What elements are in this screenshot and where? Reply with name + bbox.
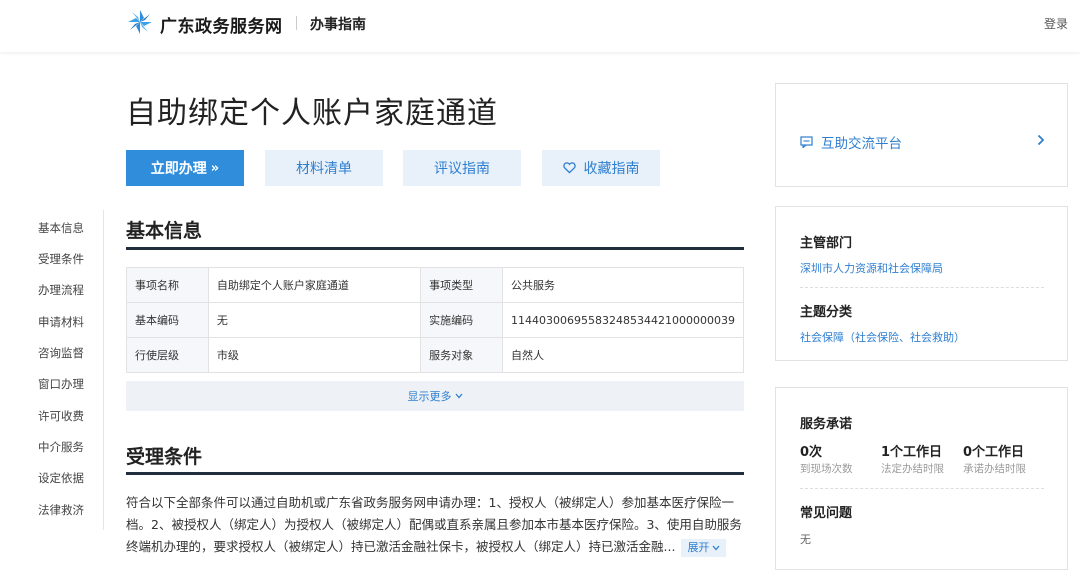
header-divider bbox=[296, 16, 297, 30]
table-cell-label: 事项名称 bbox=[126, 267, 209, 303]
faq-heading: 常见问题 bbox=[800, 506, 853, 521]
review-guide-label: 评议指南 bbox=[434, 161, 490, 177]
table-cell-value: 自助绑定个人账户家庭通道 bbox=[207, 267, 422, 303]
card-divider bbox=[800, 488, 1044, 489]
table-cell-label: 基本编码 bbox=[126, 302, 209, 338]
table-row: 行使层级 市级 服务对象 自然人 bbox=[126, 337, 744, 373]
nav-item-fees[interactable]: 许可收费 bbox=[38, 408, 84, 424]
apply-now-button[interactable]: 立即办理 » bbox=[126, 150, 244, 186]
nav-item-consult[interactable]: 咨询监督 bbox=[38, 345, 84, 361]
pinwheel-logo-icon[interactable] bbox=[127, 9, 153, 35]
nav-item-window[interactable]: 窗口办理 bbox=[38, 376, 84, 392]
chat-icon bbox=[800, 136, 813, 148]
table-cell-label: 服务对象 bbox=[420, 337, 504, 373]
expand-label: 展开 bbox=[687, 540, 710, 554]
materials-list-button[interactable]: 材料清单 bbox=[265, 150, 383, 186]
table-cell-label: 实施编码 bbox=[420, 302, 504, 338]
table-cell-value: 11440300695583248534421000000039 bbox=[502, 302, 744, 338]
topic-heading: 主题分类 bbox=[800, 305, 853, 320]
conditions-line: 档。2、被授权人（绑定人）为授权人（被绑定人）配偶或直系亲属且参加本市基本医疗保… bbox=[126, 517, 742, 532]
nav-item-process[interactable]: 办理流程 bbox=[38, 282, 84, 298]
exchange-platform-label: 互助交流平台 bbox=[821, 136, 902, 152]
service-promise-heading: 服务承诺 bbox=[800, 417, 853, 432]
review-guide-button[interactable]: 评议指南 bbox=[403, 150, 521, 186]
apply-now-label: 立即办理 bbox=[150, 161, 207, 177]
heart-icon bbox=[562, 162, 576, 174]
nav-item-conditions[interactable]: 受理条件 bbox=[38, 251, 84, 267]
conditions-text: 符合以下全部条件可以通过自助机或广东省政务服务网申请办理：1、授权人（被绑定人）… bbox=[126, 492, 746, 558]
site-name[interactable]: 广东政务服务网 bbox=[160, 12, 283, 37]
basic-info-table: 事项名称 自助绑定个人账户家庭通道 事项类型 公共服务 基本编码 无 实施编码 … bbox=[126, 267, 744, 373]
exchange-platform-link[interactable]: 互助交流平台 bbox=[800, 132, 902, 152]
nav-item-remedy[interactable]: 法律救济 bbox=[38, 502, 84, 518]
topic-link[interactable]: 社会保障（社会保险、社会救助） bbox=[800, 329, 965, 345]
nav-item-materials[interactable]: 申请材料 bbox=[38, 314, 84, 330]
stat-label: 到现场次数 bbox=[800, 463, 853, 475]
table-cell-label: 行使层级 bbox=[126, 337, 209, 373]
double-chevron-right-icon: » bbox=[210, 160, 220, 176]
basic-info-divider bbox=[126, 247, 744, 250]
faq-value: 无 bbox=[800, 533, 811, 546]
conditions-line-last: 终端机办理的，要求授权人（被绑定人）持已激活金融社保卡，被授权人（绑定人）持已激… bbox=[126, 536, 746, 558]
department-link[interactable]: 深圳市人力资源和社会保障局 bbox=[800, 260, 943, 276]
favorite-guide-button[interactable]: 收藏指南 bbox=[542, 150, 660, 186]
department-card: 主管部门 深圳市人力资源和社会保障局 主题分类 社会保障（社会保险、社会救助） bbox=[775, 206, 1068, 361]
conditions-line: 终端机办理的，要求授权人（被绑定人）持已激活金融社保卡，被授权人（绑定人）持已激… bbox=[126, 539, 676, 554]
service-promise-card: 服务承诺 0次 到现场次数 1个工作日 法定办结时限 0个工作日 承诺办结时限 … bbox=[775, 387, 1068, 570]
favorite-guide-label: 收藏指南 bbox=[583, 161, 640, 177]
table-cell-value: 自然人 bbox=[502, 337, 744, 373]
table-cell-value: 公共服务 bbox=[502, 267, 744, 303]
department-heading: 主管部门 bbox=[800, 236, 853, 251]
show-more-button[interactable]: 显示更多 bbox=[126, 381, 744, 411]
conditions-line: 符合以下全部条件可以通过自助机或广东省政务服务网申请办理：1、授权人（被绑定人）… bbox=[126, 495, 734, 510]
stat-value: 1个工作日 bbox=[881, 445, 943, 460]
stat-label: 承诺办结时限 bbox=[963, 463, 1026, 475]
left-anchor-nav: 基本信息 受理条件 办理流程 申请材料 咨询监督 窗口办理 许可收费 中介服务 … bbox=[0, 210, 104, 530]
top-header: 广东政务服务网 办事指南 登录 bbox=[0, 0, 1080, 52]
stat-value: 0次 bbox=[800, 445, 823, 460]
expand-button[interactable]: 展开 bbox=[681, 538, 727, 557]
table-cell-value: 无 bbox=[207, 302, 422, 338]
stat-value: 0个工作日 bbox=[963, 445, 1025, 460]
nav-item-agency[interactable]: 中介服务 bbox=[38, 439, 84, 455]
chevron-right-icon bbox=[1037, 134, 1045, 146]
card-divider bbox=[800, 287, 1044, 288]
table-row: 事项名称 自助绑定个人账户家庭通道 事项类型 公共服务 bbox=[126, 267, 744, 303]
table-cell-value: 市级 bbox=[207, 337, 422, 373]
conditions-divider bbox=[126, 472, 744, 475]
basic-info-heading: 基本信息 bbox=[126, 220, 203, 242]
table-cell-label: 事项类型 bbox=[420, 267, 504, 303]
nav-item-basis[interactable]: 设定依据 bbox=[38, 470, 84, 486]
table-row: 基本编码 无 实施编码 1144030069558324853442100000… bbox=[126, 302, 744, 338]
nav-item-basic-info[interactable]: 基本信息 bbox=[38, 220, 84, 236]
chevron-down-icon bbox=[712, 545, 720, 550]
login-link[interactable]: 登录 bbox=[1044, 15, 1068, 32]
stat-label: 法定办结时限 bbox=[881, 463, 944, 475]
section-name: 办事指南 bbox=[310, 17, 366, 33]
show-more-label: 显示更多 bbox=[407, 390, 452, 403]
exchange-platform-card[interactable]: 互助交流平台 bbox=[775, 83, 1068, 187]
materials-list-label: 材料清单 bbox=[296, 161, 352, 177]
page-title: 自助绑定个人账户家庭通道 bbox=[126, 96, 498, 131]
conditions-heading: 受理条件 bbox=[126, 446, 203, 468]
chevron-down-icon bbox=[455, 393, 462, 399]
